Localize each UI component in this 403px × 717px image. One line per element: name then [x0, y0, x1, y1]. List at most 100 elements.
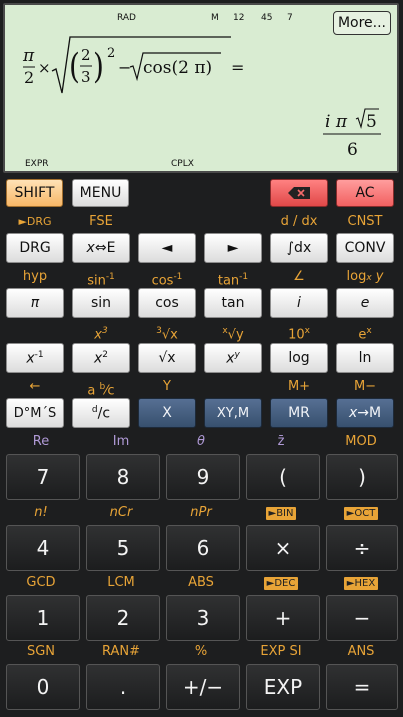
- xy-m-button[interactable]: XY,M: [204, 398, 262, 428]
- indicator-45: 45: [261, 13, 273, 23]
- cursor-right-button[interactable]: ►: [204, 233, 262, 263]
- input-expression: π 2 × ( 2 3 ) 2 − cos(2 π) =: [22, 36, 244, 94]
- to-hex-label: ►HEX: [324, 574, 398, 592]
- calculator-display: RAD M 12 45 7 EXPR CPLX More... π 2 × ( …: [3, 3, 399, 173]
- result-value: i π 5 6: [323, 108, 381, 160]
- x-root-y-label: x√y: [222, 326, 244, 343]
- cos-expression: cos(2 π): [143, 58, 212, 78]
- x-cubed-label: x3: [94, 326, 108, 343]
- divide-button[interactable]: ÷: [326, 525, 398, 571]
- digit-0-button[interactable]: 0: [6, 664, 80, 710]
- ncr-label: nCr: [109, 505, 133, 520]
- tan-button[interactable]: tan: [204, 288, 262, 318]
- equals-button[interactable]: =: [326, 664, 398, 710]
- cos-button[interactable]: cos: [138, 288, 196, 318]
- d-dx-label: d / dx: [280, 214, 318, 229]
- conjugate-label: z̄: [277, 434, 285, 449]
- fse-label: FSE: [89, 214, 113, 229]
- digit-9-button[interactable]: 9: [166, 454, 240, 500]
- digit-3-button[interactable]: 3: [166, 595, 240, 641]
- shift-button[interactable]: SHIFT: [6, 179, 63, 207]
- percent-label: %: [194, 644, 208, 659]
- digit-8-button[interactable]: 8: [86, 454, 160, 500]
- cplx-indicator: CPLX: [171, 159, 194, 169]
- delete-button[interactable]: [270, 179, 328, 207]
- lcm-label: LCM: [107, 575, 135, 590]
- im-label: Im: [112, 434, 130, 449]
- memory-recall-button[interactable]: MR: [270, 398, 328, 428]
- sin-button[interactable]: sin: [72, 288, 130, 318]
- digit-5-button[interactable]: 5: [86, 525, 160, 571]
- exponent-two: 2: [107, 46, 115, 61]
- x-to-e-button[interactable]: x⇔E: [72, 233, 130, 263]
- answer-label: ANS: [347, 644, 375, 659]
- to-oct-label: ►OCT: [324, 504, 398, 522]
- sign-toggle-button[interactable]: +/−: [166, 664, 240, 710]
- reciprocal-button[interactable]: x-1: [6, 343, 64, 373]
- digit-7-button[interactable]: 7: [6, 454, 80, 500]
- all-clear-button[interactable]: AC: [336, 179, 394, 207]
- fraction-button[interactable]: d/c: [72, 398, 130, 428]
- more-button[interactable]: More...: [332, 11, 391, 35]
- euler-e-button[interactable]: e: [336, 288, 394, 318]
- minus-button[interactable]: −: [326, 595, 398, 641]
- cnst-label: CNST: [347, 214, 383, 229]
- abs-label: ABS: [188, 575, 214, 590]
- plus-button[interactable]: +: [246, 595, 320, 641]
- right-paren-button[interactable]: ): [326, 454, 398, 500]
- decimal-point-button[interactable]: .: [86, 664, 160, 710]
- exponent-button[interactable]: EXP: [246, 664, 320, 710]
- pi-button[interactable]: π: [6, 288, 64, 318]
- exp-si-label: EXP SI: [260, 644, 302, 659]
- arrow-left-label: ←: [29, 379, 41, 394]
- power-button[interactable]: xy: [204, 343, 262, 373]
- left-paren-button[interactable]: (: [246, 454, 320, 500]
- dms-button[interactable]: D°M´S: [6, 398, 64, 428]
- pi-symbol: π: [22, 46, 35, 66]
- indicator-12: 12: [233, 13, 245, 23]
- equals-sign: =: [231, 58, 244, 77]
- indicator-7: 7: [287, 13, 293, 23]
- digit-1-button[interactable]: 1: [6, 595, 80, 641]
- result-six: 6: [347, 140, 358, 160]
- sin-inverse-label: sin-1: [87, 272, 115, 289]
- imaginary-i-button[interactable]: i: [270, 288, 328, 318]
- digit-4-button[interactable]: 4: [6, 525, 80, 571]
- multiply-button[interactable]: ×: [246, 525, 320, 571]
- theta-label: θ: [197, 434, 205, 449]
- y-variable-label: Y: [163, 379, 171, 394]
- npr-label: nPr: [190, 505, 212, 520]
- backspace-icon: [288, 187, 310, 199]
- sgn-label: SGN: [26, 644, 56, 659]
- to-dec-label: ►DEC: [244, 574, 318, 592]
- conv-button[interactable]: CONV: [336, 233, 394, 263]
- fraction-numerator: 2: [81, 46, 91, 64]
- gcd-label: GCD: [26, 575, 56, 590]
- store-memory-button[interactable]: x→M: [336, 398, 394, 428]
- expr-indicator: EXPR: [25, 159, 49, 169]
- ten-power-x-label: 10x: [288, 326, 310, 343]
- digit-2-button[interactable]: 2: [86, 595, 160, 641]
- square-button[interactable]: x2: [72, 343, 130, 373]
- integral-button[interactable]: ∫dx: [270, 233, 328, 263]
- hyp-label: hyp: [22, 269, 48, 284]
- result-five: 5: [366, 112, 377, 132]
- drg-button[interactable]: DRG: [6, 233, 64, 263]
- denominator-two: 2: [24, 68, 34, 87]
- e-power-x-label: ex: [358, 326, 372, 343]
- square-root-button[interactable]: √x: [138, 343, 196, 373]
- right-paren: ): [93, 47, 104, 87]
- x-variable-button[interactable]: X: [138, 398, 196, 428]
- log-base-label: logx y: [346, 269, 384, 284]
- rad-indicator: RAD: [117, 13, 136, 23]
- drg-shift-label: ►DRG: [18, 215, 52, 228]
- mixed-fraction-label: a b⁄c: [87, 382, 115, 399]
- log-button[interactable]: log: [270, 343, 328, 373]
- cube-root-label: 3√x: [156, 326, 178, 343]
- ln-button[interactable]: ln: [336, 343, 394, 373]
- memory-indicator: M: [211, 13, 219, 23]
- menu-button[interactable]: MENU: [72, 179, 129, 207]
- cursor-left-button[interactable]: ◄: [138, 233, 196, 263]
- m-plus-label: M+: [287, 379, 311, 394]
- digit-6-button[interactable]: 6: [166, 525, 240, 571]
